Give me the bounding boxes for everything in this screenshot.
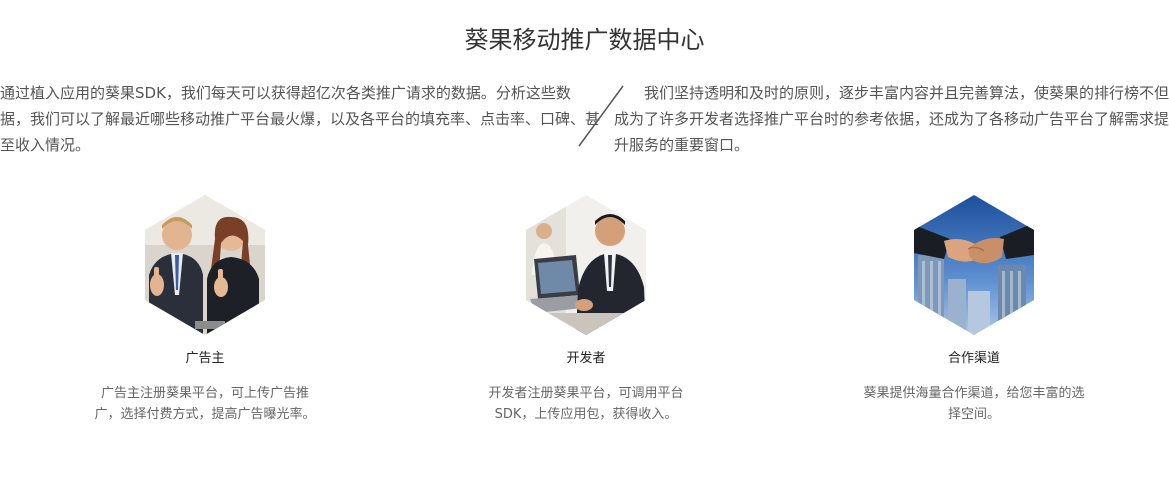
- developer-at-laptop-photo: [526, 195, 646, 335]
- page-title: 葵果移动推广数据中心: [464, 26, 705, 54]
- intro-text-left: 通过植入应用的葵果SDK，我们每天可以获得超亿次各类推广请求的数据。分析这些数据…: [0, 84, 601, 154]
- card-title: 广告主: [185, 351, 225, 366]
- partner-channel-card[interactable]: 合作渠道 葵果提供海量合作渠道，给您丰富的选择空间。: [844, 195, 1104, 425]
- card-description: 葵果提供海量合作渠道，给您丰富的选择空间。: [863, 386, 1085, 422]
- card-description: 开发者注册葵果平台，可调用平台SDK，上传应用包，获得收入。: [488, 386, 684, 422]
- intro-text-right: 我们坚持透明和及时的原则，逐步丰富内容并且完善算法，使葵果的排行榜不但成为了许多…: [614, 84, 1169, 154]
- card-title: 合作渠道: [947, 351, 1000, 366]
- developer-card[interactable]: 开发者 开发者注册葵果平台，可调用平台SDK，上传应用包，获得收入。: [456, 195, 716, 425]
- advertisers-thumbs-up-photo: [145, 195, 265, 335]
- advertiser-card[interactable]: 广告主 广告主注册葵果平台，可上传广告推广，选择付费方式，提高广告曝光率。: [75, 195, 335, 425]
- handshake-photo: [914, 195, 1034, 335]
- card-title: 开发者: [566, 351, 606, 366]
- card-description: 广告主注册葵果平台，可上传广告推广，选择付费方式，提高广告曝光率。: [94, 386, 316, 422]
